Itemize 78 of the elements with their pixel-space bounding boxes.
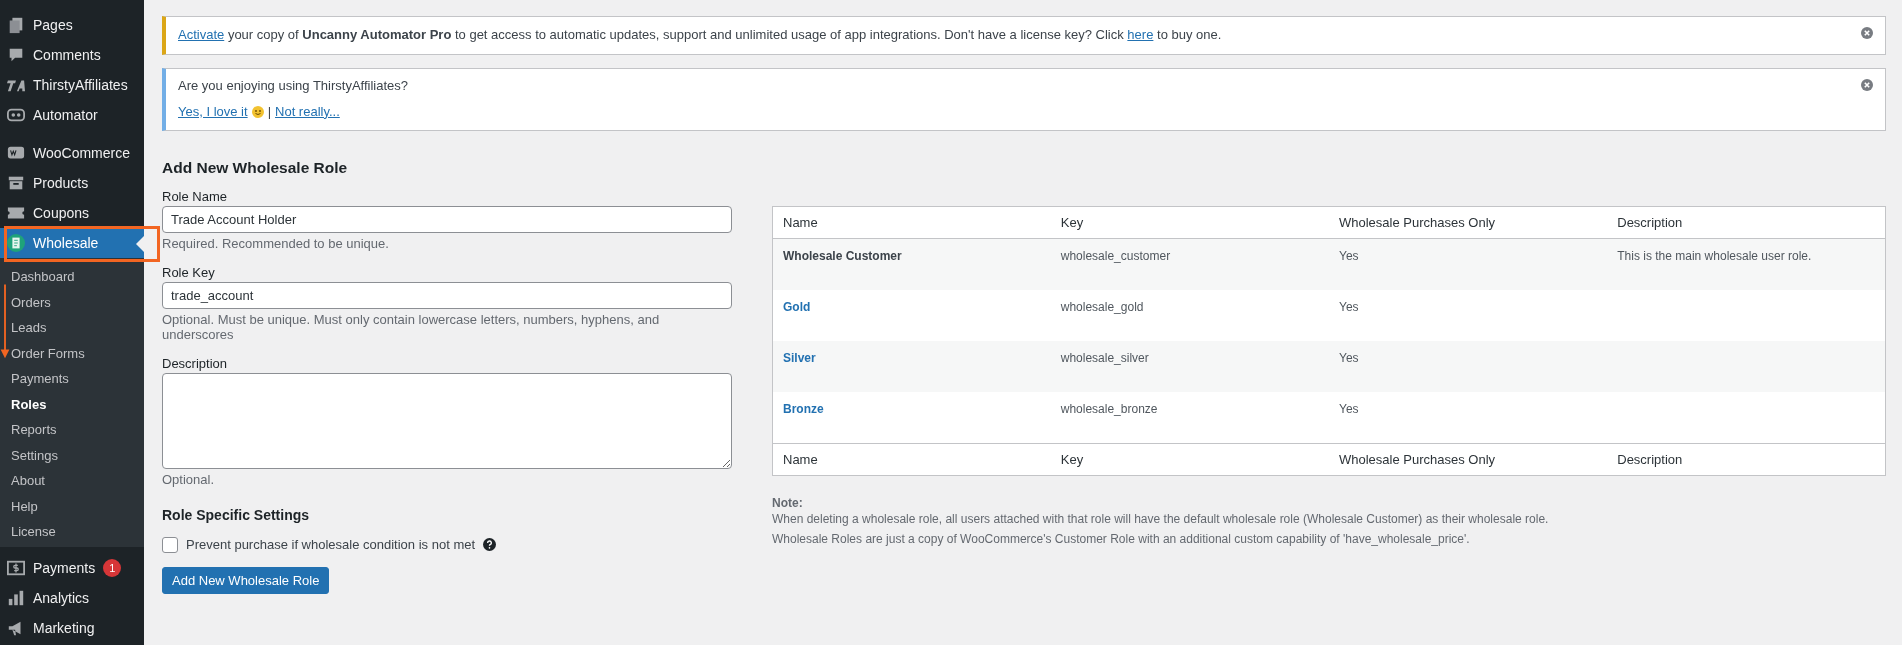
sidebar-item[interactable]: Automator	[0, 100, 144, 130]
field-hint: Optional.	[162, 471, 216, 487]
field-label: Role Key	[162, 264, 216, 280]
sidebar-item[interactable]: Marketing	[0, 612, 144, 643]
checkbox[interactable]	[162, 536, 178, 553]
field-hint: Required. Recommended to be unique.	[162, 235, 390, 251]
field-label: Description	[162, 355, 229, 371]
table-cell: This is the main wholesale user role.	[1617, 248, 1812, 263]
submenu-item[interactable]: License	[11, 519, 56, 545]
notice-link[interactable]: here	[1127, 27, 1154, 42]
submenu-item[interactable]: Settings	[11, 442, 58, 468]
submenu-item[interactable]: Roles	[11, 391, 47, 417]
sidebar-item[interactable]: Analytics	[0, 582, 144, 613]
separator-text: |	[267, 103, 271, 121]
role-link[interactable]: Gold	[783, 299, 811, 314]
dismiss-button[interactable]	[1861, 78, 1873, 91]
column-footer: Wholesale Purchases Only	[1329, 443, 1608, 476]
sidebar-item[interactable]: ThirstyAffiliates	[0, 70, 144, 100]
submenu-item[interactable]: Payments	[11, 366, 69, 392]
sidebar-item[interactable]: WooCommerce	[0, 138, 144, 168]
text-input[interactable]: Trade Account Holder	[162, 205, 732, 233]
dismiss-button[interactable]	[1861, 27, 1873, 39]
robot-face-icon	[7, 106, 25, 124]
column-header: Name	[772, 206, 1051, 239]
table-cell: wholesale_silver	[1060, 350, 1149, 365]
settings-title: Role Specific Settings	[162, 506, 311, 523]
column-footer: Name	[772, 443, 1051, 476]
form-title: Add New Wholesale Role	[162, 158, 349, 177]
sidebar-item[interactable]: Pages	[0, 10, 144, 40]
note-title: Note:	[772, 495, 804, 510]
notice-link[interactable]: Yes, I love it	[178, 103, 248, 121]
submenu-item[interactable]: Orders	[11, 289, 51, 315]
description-textarea[interactable]	[162, 372, 732, 469]
sidebar-item[interactable]: Coupons	[0, 198, 144, 228]
column-header: Wholesale Purchases Only	[1329, 206, 1608, 239]
table-cell: wholesale_customer	[1060, 248, 1171, 263]
notice-link[interactable]: Not really...	[275, 103, 340, 121]
sidebar-item[interactable]: Payments 1	[0, 552, 144, 583]
notice-text: Activate your copy of Uncanny Automator Pro to get access to automatic updates, support and unlimited usage of app integrations. Don't have a license key? Click here to buy one.	[178, 27, 1222, 44]
sidebar-item[interactable]: Products	[0, 168, 144, 198]
notice-question: Are you enjoying using ThirstyAffiliates?	[178, 77, 409, 95]
table-cell: Yes	[1339, 299, 1359, 314]
smiley-icon	[251, 106, 264, 119]
receipt-icon	[7, 234, 25, 252]
count-badge: 1	[103, 558, 122, 577]
table-cell: Yes	[1339, 248, 1359, 263]
submenu-item[interactable]: Help	[11, 493, 38, 519]
help-icon[interactable]	[483, 538, 497, 552]
table-cell: Yes	[1339, 401, 1359, 416]
submenu-item[interactable]: Dashboard	[11, 264, 75, 290]
add-role-button[interactable]: Add New Wholesale Role	[162, 566, 330, 594]
column-footer: Description	[1607, 443, 1886, 476]
pages-icon	[7, 16, 25, 34]
submenu-item[interactable]: About	[11, 468, 45, 494]
sidebar-item[interactable]: Comments	[0, 40, 144, 70]
submenu-item[interactable]: Reports	[11, 417, 57, 443]
role-link[interactable]: Bronze	[783, 401, 824, 416]
notice-link[interactable]: Activate	[178, 27, 225, 42]
column-footer: Key	[1050, 443, 1329, 476]
table-cell: wholesale_gold	[1060, 299, 1144, 314]
role-name: Wholesale Customer	[783, 248, 902, 263]
archive-box-icon	[7, 174, 25, 192]
note-text: Wholesale Roles are just a copy of WooCommerce's Customer Role with an additional custom capability of 'have_wholesale_price'.	[772, 531, 1471, 546]
table-cell: wholesale_bronze	[1060, 401, 1158, 416]
note-text: When deleting a wholesale role, all users attached with that role will have the default wholesale role (Wholesale Customer) as their wholesale role.	[772, 511, 1550, 526]
sidebar-item[interactable]: Wholesale	[0, 228, 144, 258]
submenu-item[interactable]: Leads	[11, 315, 47, 341]
field-hint: Optional. Must be unique. Must only contain lowercase letters, numbers, hyphens, and underscores	[162, 311, 661, 342]
column-header: Key	[1050, 206, 1329, 239]
role-link[interactable]: Silver	[783, 350, 816, 365]
column-header: Description	[1607, 206, 1886, 239]
text-input[interactable]: trade_account	[162, 281, 732, 309]
dollar-note-icon	[7, 558, 25, 577]
checkbox-label: Prevent purchase if wholesale condition is not met	[186, 537, 476, 553]
field-label: Role Name	[162, 188, 229, 204]
submenu-item[interactable]: Order Forms	[11, 340, 85, 366]
table-cell: Yes	[1339, 350, 1359, 365]
bar-chart-icon	[7, 588, 25, 607]
